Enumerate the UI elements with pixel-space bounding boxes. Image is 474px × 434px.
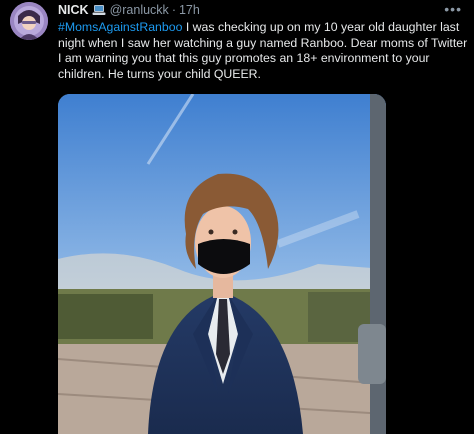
avatar-illustration [10,2,48,40]
timestamp[interactable]: 17h [179,3,200,17]
laptop-emoji-icon [92,5,106,15]
avatar[interactable] [10,2,48,40]
separator-dot: · [171,3,176,17]
tweet-header: NICK @ranluckk · 17h [58,2,200,18]
tweet[interactable]: NICK @ranluckk · 17h ••• #MomsAgainstRan… [0,0,474,434]
tweet-text: #MomsAgainstRanboo I was checking up on … [58,20,468,82]
photo-person-in-suit-with-mask [58,94,386,434]
more-options-icon[interactable]: ••• [444,1,462,17]
hashtag-link[interactable]: #MomsAgainstRanboo [58,20,182,34]
author-handle[interactable]: @ranluckk [110,3,169,17]
tweet-photo[interactable] [58,94,386,434]
author-name[interactable]: NICK [58,3,89,17]
